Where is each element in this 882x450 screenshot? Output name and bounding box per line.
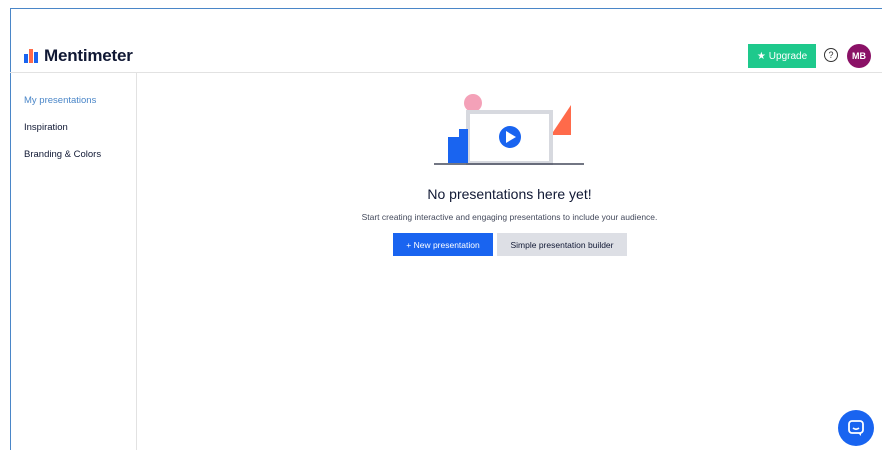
new-presentation-button[interactable]: + New presentation [393, 233, 493, 256]
empty-state-subtitle: Start creating interactive and engaging … [361, 212, 658, 222]
brand-logo[interactable]: Mentimeter [24, 46, 133, 66]
brand-name: Mentimeter [44, 46, 133, 65]
avatar[interactable]: MB [847, 44, 871, 68]
sidebar: My presentations Inspiration Branding & … [10, 73, 137, 450]
star-icon: ★ [756, 50, 766, 62]
sidebar-item-branding-colors[interactable]: Branding & Colors [24, 149, 101, 160]
empty-state-title: No presentations here yet! [427, 186, 592, 202]
window-frame [10, 8, 882, 450]
mentimeter-logo-icon [24, 49, 38, 63]
avatar-initials: MB [852, 51, 866, 61]
presentation-builder-button[interactable]: Simple presentation builder [497, 233, 627, 256]
chat-bubble-icon[interactable] [838, 410, 874, 446]
upgrade-label: Upgrade [768, 50, 808, 62]
empty-state-illustration [430, 93, 590, 169]
sidebar-item-inspiration[interactable]: Inspiration [24, 122, 68, 133]
help-icon[interactable]: ? [824, 48, 838, 62]
upgrade-button[interactable]: ★ Upgrade [748, 44, 816, 68]
top-header: Mentimeter ★ Upgrade ? MB [10, 40, 882, 73]
sidebar-item-my-presentations[interactable]: My presentations [24, 95, 96, 106]
